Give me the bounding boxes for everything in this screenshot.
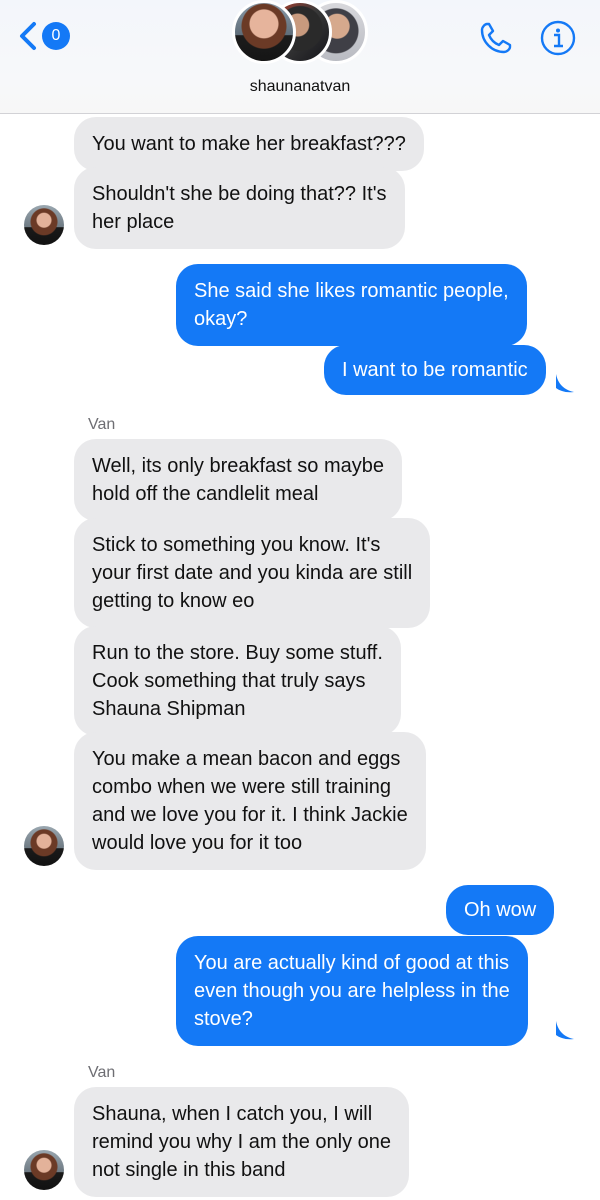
incoming-message[interactable]: Run to the store. Buy some stuff. Cook s…	[74, 626, 401, 736]
info-icon[interactable]	[540, 20, 576, 56]
incoming-message[interactable]: Shauna, when I catch you, I will remind …	[74, 1087, 410, 1197]
outgoing-message[interactable]: Oh wow	[446, 885, 555, 935]
sender-avatar[interactable]	[24, 1150, 64, 1190]
message-line: getting to know eo	[92, 590, 255, 612]
incoming-message[interactable]: You want to make her breakfast???	[74, 117, 424, 171]
bubble-tail	[556, 374, 574, 393]
message-line: combo when we were still training	[92, 776, 392, 798]
conversation-name[interactable]: shaunanatvan	[0, 78, 600, 96]
incoming-message[interactable]: Shouldn't she be doing that?? It's her p…	[74, 167, 405, 249]
message-line: Run to the store. Buy some stuff.	[92, 642, 383, 664]
message-line: Shouldn't she be doing that?? It's	[92, 183, 387, 205]
back-button[interactable]: 0	[18, 18, 70, 54]
message-line: hold off the candlelit meal	[92, 483, 319, 505]
message-line: your first date and you kinda are still	[92, 562, 413, 584]
message-line: remind you why I am the only one	[92, 1131, 392, 1153]
bubble-tail	[556, 1021, 574, 1040]
phone-icon[interactable]	[476, 18, 516, 58]
message-line: stove?	[194, 1008, 253, 1030]
incoming-message[interactable]: Well, its only breakfast so maybe hold o…	[74, 439, 402, 521]
message-line: not single in this band	[92, 1159, 286, 1181]
message-text: I want to be romantic	[342, 359, 528, 381]
message-line: would love you for it too	[92, 832, 303, 854]
message-text: You want to make her breakfast???	[92, 133, 406, 155]
group-avatars[interactable]	[232, 0, 372, 66]
message-line: She said she likes romantic people,	[194, 280, 509, 302]
message-line: Well, its only breakfast so maybe	[92, 455, 384, 477]
message-text: Oh wow	[464, 899, 537, 921]
unread-badge: 0	[42, 22, 70, 50]
outgoing-message[interactable]: I want to be romantic	[324, 345, 546, 395]
conversation-header: 0 shaunanatvan	[0, 0, 600, 114]
sender-avatar[interactable]	[24, 205, 64, 245]
incoming-message[interactable]: Stick to something you know. It's your f…	[74, 518, 431, 628]
message-line: Stick to something you know. It's	[92, 534, 381, 556]
message-line: You are actually kind of good at this	[194, 952, 510, 974]
sender-avatar[interactable]	[24, 826, 64, 866]
chevron-left-icon	[20, 22, 36, 50]
message-line: okay?	[194, 308, 248, 330]
sender-name: Van	[88, 1064, 116, 1081]
outgoing-message[interactable]: She said she likes romantic people, okay…	[176, 264, 527, 346]
incoming-message[interactable]: You make a mean bacon and eggs combo whe…	[74, 732, 426, 870]
message-line: her place	[92, 211, 175, 233]
message-line: You make a mean bacon and eggs	[92, 748, 401, 770]
message-line: Shauna, when I catch you, I will	[92, 1103, 373, 1125]
group-member-avatar	[232, 0, 296, 64]
message-line: Shauna Shipman	[92, 698, 246, 720]
message-line: and we love you for it. I think Jackie	[92, 804, 408, 826]
message-line: even though you are helpless in the	[194, 980, 510, 1002]
outgoing-message[interactable]: You are actually kind of good at this ev…	[176, 936, 528, 1046]
sender-name: Van	[88, 416, 116, 433]
message-line: Cook something that truly says	[92, 670, 366, 692]
